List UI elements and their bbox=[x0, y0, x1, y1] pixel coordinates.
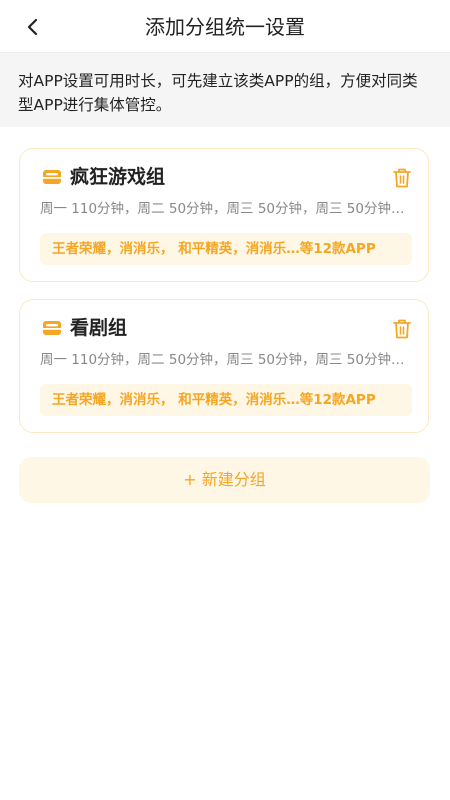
new-group-button[interactable]: + 新建分组 bbox=[19, 457, 430, 503]
delete-group-button[interactable] bbox=[392, 167, 412, 189]
delete-group-button[interactable] bbox=[392, 318, 412, 340]
folder-icon bbox=[43, 170, 61, 184]
group-name: 疯狂游戏组 bbox=[70, 166, 166, 188]
group-schedule: 周一 110分钟，周二 50分钟，周三 50分钟，周三 50分钟… bbox=[40, 352, 405, 368]
header-bar: 添加分组统一设置 bbox=[0, 0, 450, 53]
trash-icon bbox=[393, 319, 411, 339]
group-schedule: 周一 110分钟，周二 50分钟，周三 50分钟，周三 50分钟… bbox=[40, 201, 405, 217]
group-name: 看剧组 bbox=[70, 317, 128, 339]
group-apps-tag: 王者荣耀，消消乐， 和平精英，消消乐…等12款APP bbox=[40, 233, 412, 265]
group-apps-tag: 王者荣耀，消消乐， 和平精英，消消乐…等12款APP bbox=[40, 384, 412, 416]
trash-icon bbox=[393, 168, 411, 188]
page-title: 添加分组统一设置 bbox=[145, 15, 305, 39]
group-card[interactable]: 疯狂游戏组 周一 110分钟，周二 50分钟，周三 50分钟，周三 50分钟… … bbox=[19, 148, 429, 282]
folder-icon bbox=[43, 321, 61, 335]
description-text: 对APP设置可用时长，可先建立该类APP的组，方便对同类型APP进行集体管控。 bbox=[18, 72, 418, 114]
description-panel: 对APP设置可用时长，可先建立该类APP的组，方便对同类型APP进行集体管控。 bbox=[0, 53, 450, 127]
group-card[interactable]: 看剧组 周一 110分钟，周二 50分钟，周三 50分钟，周三 50分钟… 王者… bbox=[19, 299, 429, 433]
